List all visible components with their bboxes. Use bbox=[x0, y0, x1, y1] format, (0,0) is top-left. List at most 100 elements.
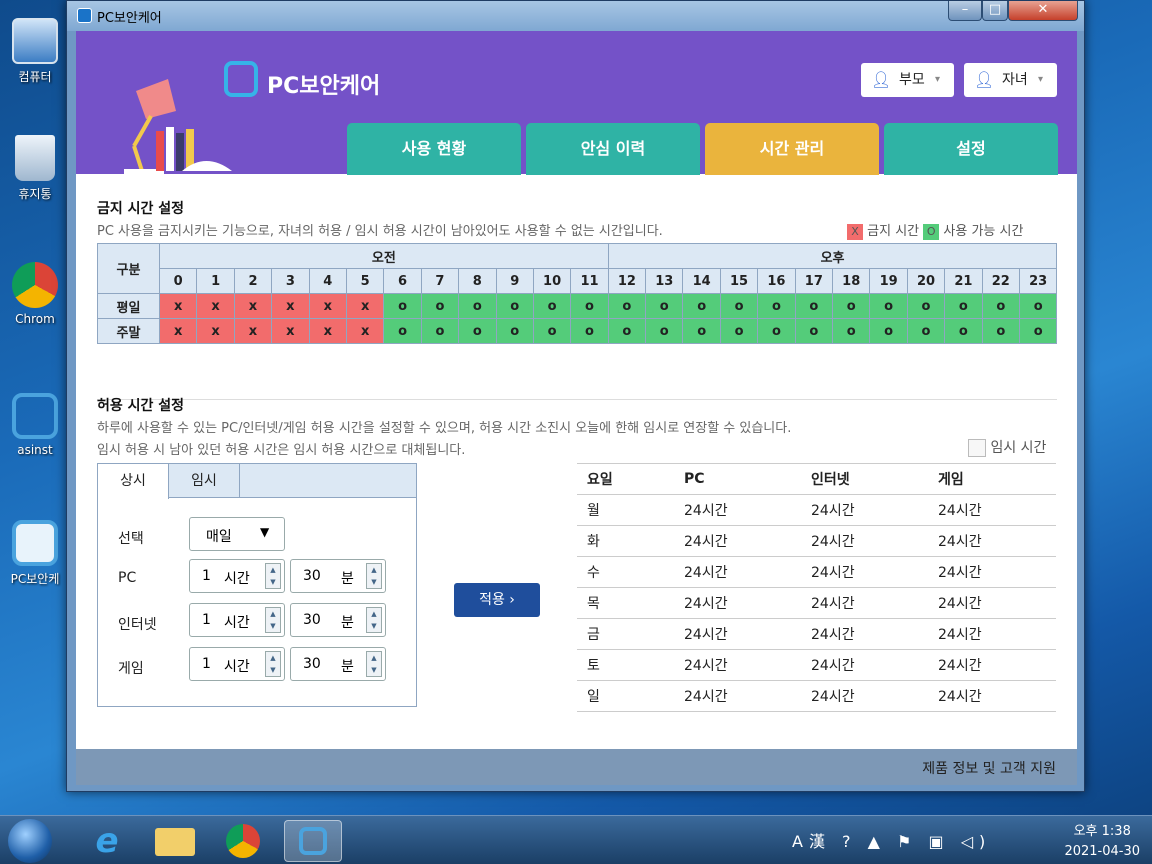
schedule-cell[interactable]: x bbox=[345, 293, 385, 319]
apply-button[interactable]: 적용 › bbox=[454, 583, 540, 617]
title-bar[interactable]: PC보안케어 – □ ✕ bbox=[67, 1, 1084, 31]
close-button[interactable]: ✕ bbox=[1008, 1, 1078, 21]
stepper-arrows-icon[interactable]: ▲ ▼ bbox=[366, 607, 382, 633]
schedule-cell[interactable]: x bbox=[308, 318, 347, 344]
schedule-cell[interactable]: o bbox=[383, 293, 422, 319]
schedule-cell[interactable]: o bbox=[869, 318, 908, 344]
schedule-cell[interactable]: o bbox=[794, 318, 834, 344]
desktop-icon-asinst[interactable]: asinst bbox=[0, 393, 70, 457]
schedule-cell[interactable]: o bbox=[719, 318, 759, 344]
schedule-cell[interactable]: o bbox=[906, 293, 946, 319]
temp-time-checkbox[interactable]: 임시 시간 bbox=[968, 437, 1046, 457]
schedule-cell[interactable]: o bbox=[832, 318, 871, 344]
internet-hours-stepper[interactable]: 1 시간 ▲ ▼ bbox=[189, 603, 285, 637]
schedule-cell[interactable]: o bbox=[458, 293, 497, 319]
weekday-row-label: 평일 bbox=[97, 293, 160, 319]
schedule-cell[interactable]: o bbox=[495, 293, 534, 319]
schedule-cell[interactable]: o bbox=[682, 318, 721, 344]
schedule-cell[interactable]: x bbox=[271, 318, 310, 344]
stepper-arrows-icon[interactable]: ▲ ▼ bbox=[366, 563, 382, 589]
col-header-game: 게임 bbox=[928, 463, 1056, 495]
show-hidden-icons-icon[interactable]: ▲ bbox=[868, 832, 886, 851]
parent-user-select[interactable]: 👤︎ 부모 ▾ bbox=[861, 63, 954, 97]
tab-settings[interactable]: 설정 bbox=[884, 123, 1058, 175]
schedule-cell[interactable]: o bbox=[906, 318, 946, 344]
schedule-cell[interactable]: o bbox=[383, 318, 422, 344]
minimize-button[interactable]: – bbox=[948, 1, 982, 21]
explorer-icon[interactable] bbox=[146, 820, 204, 862]
desktop-icon-computer[interactable]: 컴퓨터 bbox=[0, 18, 70, 85]
start-button[interactable] bbox=[8, 819, 52, 863]
schedule-cell[interactable]: x bbox=[158, 293, 198, 319]
schedule-cell[interactable]: o bbox=[607, 318, 647, 344]
clock[interactable]: 오후 1:38 2021-04-30 bbox=[1064, 822, 1140, 862]
schedule-cell[interactable]: o bbox=[532, 318, 572, 344]
table-row: 화 24시간 24시간 24시간 bbox=[577, 525, 1056, 557]
schedule-cell[interactable]: o bbox=[1018, 293, 1058, 319]
ime-icon[interactable]: A漢 bbox=[792, 832, 831, 851]
chrome-icon bbox=[12, 262, 58, 308]
schedule-cell[interactable]: x bbox=[158, 318, 198, 344]
system-tray[interactable]: A漢 ? ▲ ⚑ ▣ ◁) bbox=[792, 828, 991, 852]
schedule-cell[interactable]: x bbox=[233, 318, 273, 344]
schedule-cell[interactable]: x bbox=[233, 293, 273, 319]
schedule-cell[interactable]: o bbox=[981, 318, 1020, 344]
support-link[interactable]: 제품 정보 및 고객 지원 bbox=[922, 758, 1056, 778]
schedule-cell[interactable]: o bbox=[757, 293, 796, 319]
stepper-arrows-icon[interactable]: ▲ ▼ bbox=[265, 651, 281, 677]
internet-minutes-stepper[interactable]: 30 분 ▲ ▼ bbox=[290, 603, 386, 637]
pc-minutes-stepper[interactable]: 30 분 ▲ ▼ bbox=[290, 559, 386, 593]
schedule-cell[interactable]: o bbox=[570, 318, 609, 344]
schedule-cell[interactable]: o bbox=[570, 293, 609, 319]
stepper-arrows-icon[interactable]: ▲ ▼ bbox=[265, 607, 281, 633]
desktop-icon-chrome[interactable]: Chrom bbox=[0, 262, 70, 326]
chrome-icon[interactable] bbox=[214, 820, 272, 862]
schedule-cell[interactable]: o bbox=[532, 293, 572, 319]
tab-time-management[interactable]: 시간 관리 bbox=[705, 123, 879, 175]
stepper-arrows-icon[interactable]: ▲ ▼ bbox=[366, 651, 382, 677]
tab-usage[interactable]: 사용 현황 bbox=[347, 123, 521, 175]
schedule-cell[interactable]: o bbox=[832, 293, 871, 319]
schedule-cell[interactable]: o bbox=[607, 293, 647, 319]
pc-hours-stepper[interactable]: 1 시간 ▲ ▼ bbox=[189, 559, 285, 593]
schedule-cell[interactable]: o bbox=[645, 318, 684, 344]
schedule-cell[interactable]: x bbox=[271, 293, 310, 319]
stepper-arrows-icon[interactable]: ▲ ▼ bbox=[265, 563, 281, 589]
schedule-cell[interactable]: x bbox=[196, 318, 235, 344]
game-hours-stepper[interactable]: 1 시간 ▲ ▼ bbox=[189, 647, 285, 681]
pc-security-icon[interactable] bbox=[284, 820, 342, 862]
schedule-cell[interactable]: o bbox=[981, 293, 1020, 319]
tab-temporary[interactable]: 임시 bbox=[169, 464, 240, 498]
schedule-cell[interactable]: o bbox=[719, 293, 759, 319]
schedule-cell[interactable]: o bbox=[420, 293, 460, 319]
schedule-cell[interactable]: o bbox=[645, 293, 684, 319]
schedule-cell[interactable]: o bbox=[420, 318, 460, 344]
schedule-cell[interactable]: o bbox=[1018, 318, 1058, 344]
schedule-cell[interactable]: o bbox=[495, 318, 534, 344]
hour-header: 1 bbox=[196, 268, 235, 294]
maximize-button[interactable]: □ bbox=[982, 1, 1008, 21]
game-minutes-stepper[interactable]: 30 분 ▲ ▼ bbox=[290, 647, 386, 681]
day-select[interactable]: 매일 ▼ bbox=[189, 517, 285, 551]
child-user-select[interactable]: 👤︎ 자녀 ▾ bbox=[964, 63, 1057, 97]
help-icon[interactable]: ? bbox=[842, 832, 857, 851]
schedule-cell[interactable]: x bbox=[196, 293, 235, 319]
checkbox-box[interactable] bbox=[968, 439, 986, 457]
flag-icon[interactable]: ⚑ bbox=[897, 832, 917, 851]
schedule-cell[interactable]: x bbox=[345, 318, 385, 344]
tab-history[interactable]: 안심 이력 bbox=[526, 123, 700, 175]
schedule-cell[interactable]: o bbox=[869, 293, 908, 319]
tab-regular[interactable]: 상시 bbox=[98, 464, 169, 499]
schedule-cell[interactable]: o bbox=[458, 318, 497, 344]
schedule-cell[interactable]: o bbox=[944, 318, 983, 344]
schedule-cell[interactable]: o bbox=[682, 293, 721, 319]
schedule-cell[interactable]: o bbox=[757, 318, 796, 344]
desktop-icon-pc-security[interactable]: PC보안케 bbox=[0, 520, 70, 587]
desktop-icon-recycle-bin[interactable]: 휴지통 bbox=[0, 135, 70, 202]
schedule-cell[interactable]: x bbox=[308, 293, 347, 319]
schedule-cell[interactable]: o bbox=[794, 293, 834, 319]
ie-icon[interactable]: e bbox=[78, 820, 136, 862]
schedule-cell[interactable]: o bbox=[944, 293, 983, 319]
network-icon[interactable]: ▣ bbox=[928, 832, 949, 851]
volume-icon[interactable]: ◁) bbox=[961, 832, 992, 851]
